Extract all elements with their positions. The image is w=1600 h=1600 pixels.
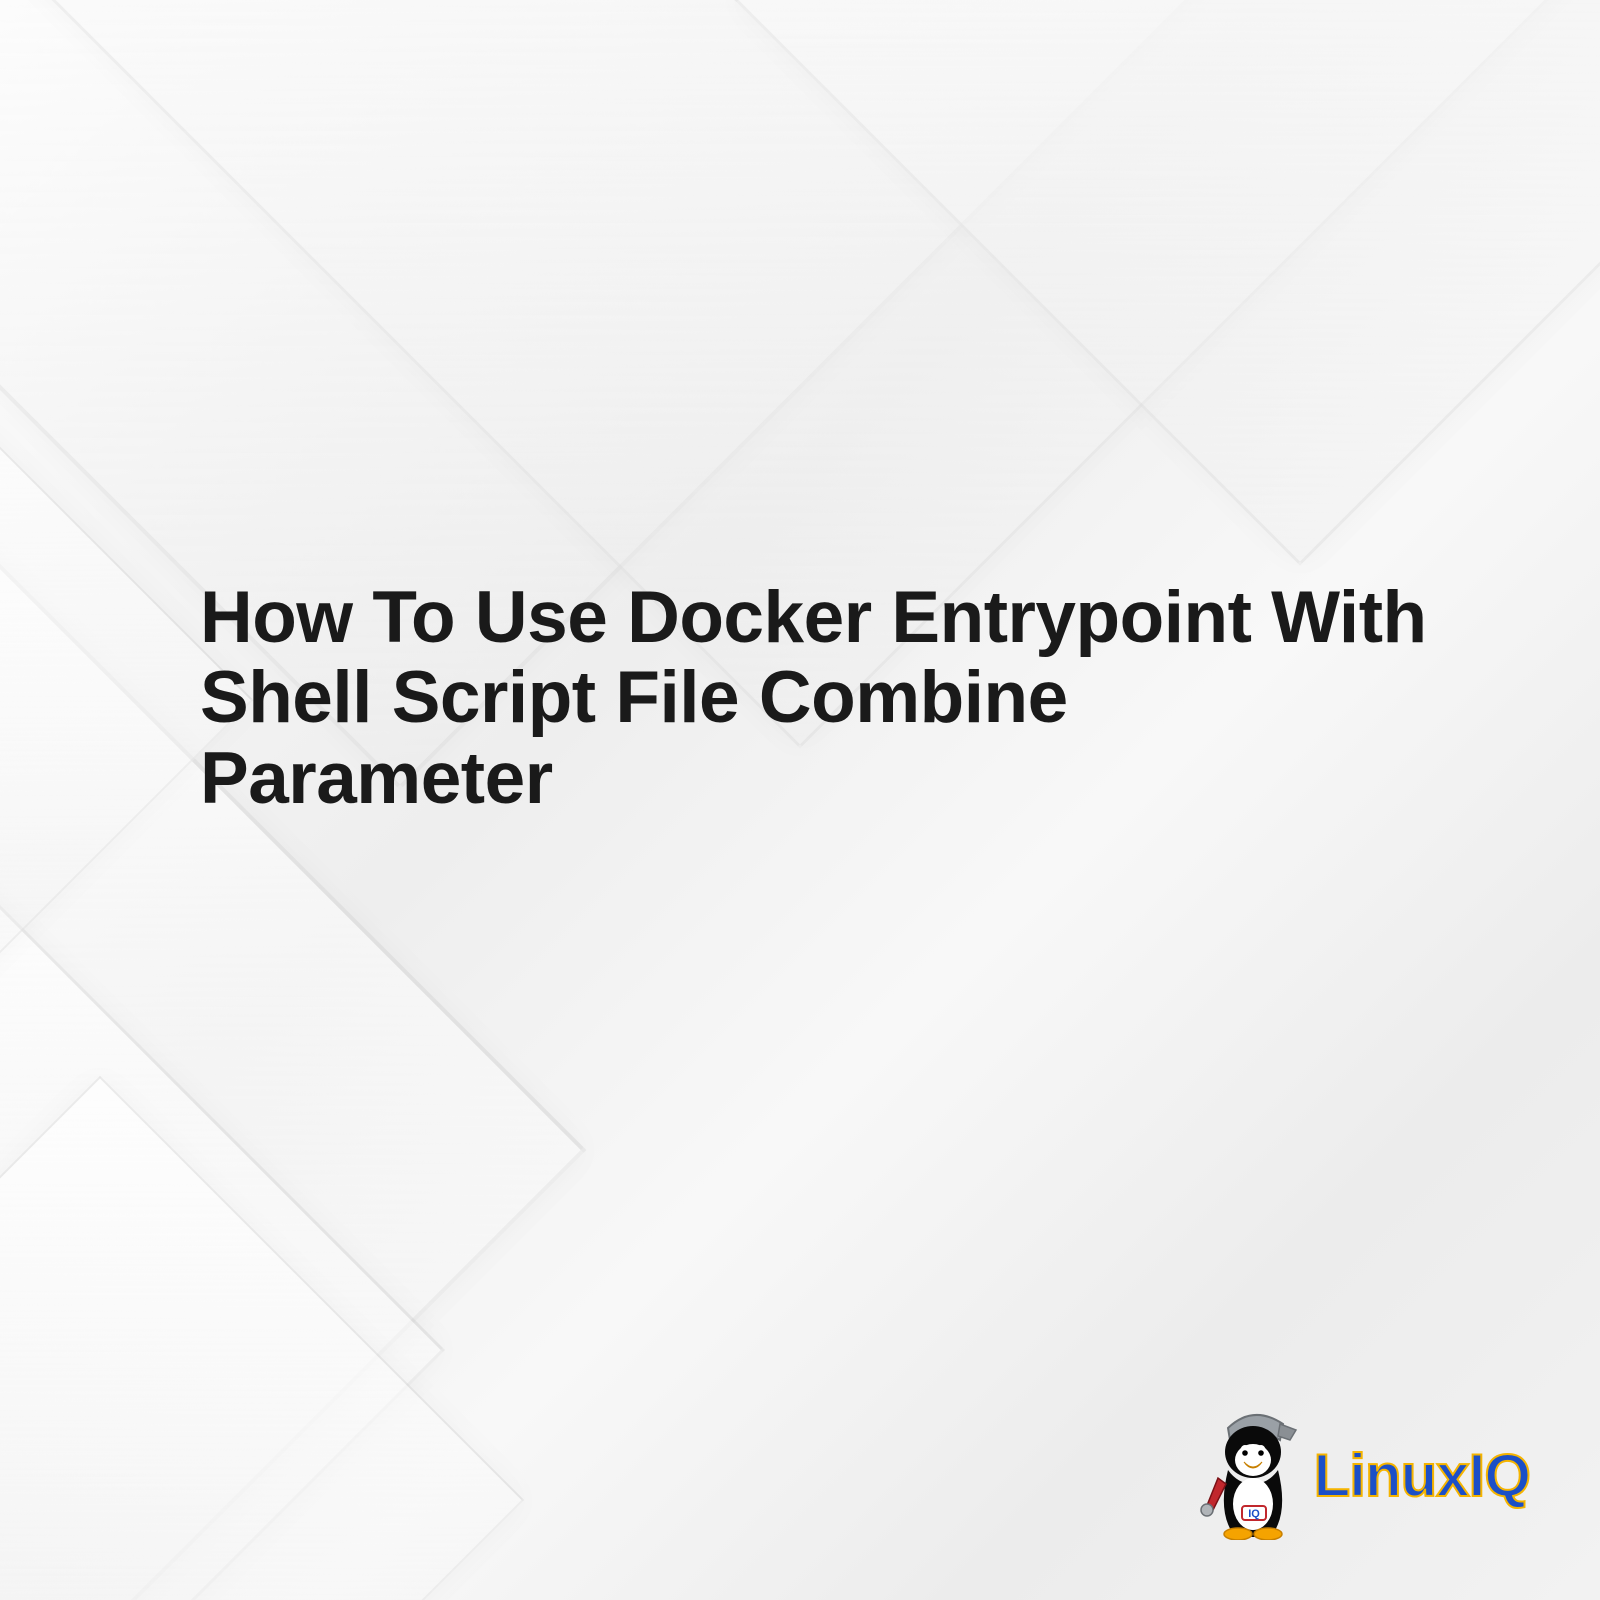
svg-text:IQ: IQ [1248, 1508, 1260, 1520]
article-title: How To Use Docker Entrypoint With Shell … [200, 578, 1440, 819]
brand-name: LinuxIQ [1314, 1441, 1530, 1510]
brand-logo: IQ LinuxIQ [1198, 1410, 1530, 1540]
tux-penguin-icon: IQ [1198, 1410, 1308, 1540]
